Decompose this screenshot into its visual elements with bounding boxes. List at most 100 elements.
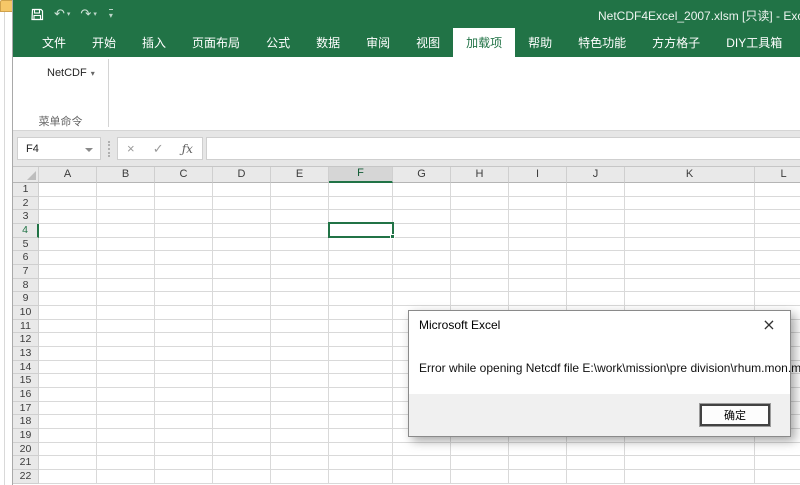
formula-bar-splitter[interactable]: [108, 141, 110, 157]
grid-cell-G7[interactable]: [393, 265, 451, 279]
grid-cell-J8[interactable]: [567, 279, 625, 293]
grid-cell-E7[interactable]: [271, 265, 329, 279]
grid-cell-J9[interactable]: [567, 292, 625, 306]
grid-cell-A6[interactable]: [39, 251, 97, 265]
grid-cell-H4[interactable]: [451, 224, 509, 238]
grid-cell-E17[interactable]: [271, 402, 329, 416]
row-header-3[interactable]: 3: [13, 210, 39, 224]
grid-cell-L5[interactable]: [755, 238, 800, 252]
grid-cell-H1[interactable]: [451, 183, 509, 197]
grid-cell-J6[interactable]: [567, 251, 625, 265]
grid-cell-K1[interactable]: [625, 183, 755, 197]
grid-cell-E10[interactable]: [271, 306, 329, 320]
grid-cell-A15[interactable]: [39, 374, 97, 388]
ribbon-tab-数据[interactable]: 数据: [303, 28, 353, 57]
grid-cell-E8[interactable]: [271, 279, 329, 293]
grid-cell-D8[interactable]: [213, 279, 271, 293]
grid-cell-J2[interactable]: [567, 197, 625, 211]
grid-cell-C9[interactable]: [155, 292, 213, 306]
grid-cell-C7[interactable]: [155, 265, 213, 279]
grid-cell-D4[interactable]: [213, 224, 271, 238]
grid-cell-A19[interactable]: [39, 429, 97, 443]
grid-cell-F10[interactable]: [329, 306, 393, 320]
grid-cell-L22[interactable]: [755, 470, 800, 484]
grid-cell-B11[interactable]: [97, 320, 155, 334]
column-header-E[interactable]: E: [271, 167, 329, 183]
grid-cell-E12[interactable]: [271, 333, 329, 347]
grid-cell-E20[interactable]: [271, 443, 329, 457]
grid-cell-C14[interactable]: [155, 361, 213, 375]
column-header-A[interactable]: A: [39, 167, 97, 183]
grid-cell-A5[interactable]: [39, 238, 97, 252]
grid-cell-I22[interactable]: [509, 470, 567, 484]
row-header-20[interactable]: 20: [13, 443, 39, 457]
row-header-13[interactable]: 13: [13, 347, 39, 361]
grid-cell-C4[interactable]: [155, 224, 213, 238]
grid-cell-A8[interactable]: [39, 279, 97, 293]
ribbon-tab-帮助[interactable]: 帮助: [515, 28, 565, 57]
grid-cell-A13[interactable]: [39, 347, 97, 361]
ribbon-tab-百度网盘[interactable]: 百度网盘: [795, 28, 800, 57]
grid-cell-B3[interactable]: [97, 210, 155, 224]
grid-cell-E22[interactable]: [271, 470, 329, 484]
grid-cell-C2[interactable]: [155, 197, 213, 211]
grid-cell-E6[interactable]: [271, 251, 329, 265]
grid-cell-D17[interactable]: [213, 402, 271, 416]
grid-cell-A14[interactable]: [39, 361, 97, 375]
grid-cell-H7[interactable]: [451, 265, 509, 279]
grid-cell-C22[interactable]: [155, 470, 213, 484]
grid-cell-D7[interactable]: [213, 265, 271, 279]
grid-cell-I3[interactable]: [509, 210, 567, 224]
grid-cell-L1[interactable]: [755, 183, 800, 197]
grid-cell-H6[interactable]: [451, 251, 509, 265]
grid-cell-B7[interactable]: [97, 265, 155, 279]
column-header-F[interactable]: F: [329, 167, 393, 183]
grid-cell-D11[interactable]: [213, 320, 271, 334]
grid-cell-A4[interactable]: [39, 224, 97, 238]
grid-cell-I21[interactable]: [509, 456, 567, 470]
grid-cell-A17[interactable]: [39, 402, 97, 416]
grid-cell-E3[interactable]: [271, 210, 329, 224]
grid-cell-I8[interactable]: [509, 279, 567, 293]
grid-cell-D1[interactable]: [213, 183, 271, 197]
enter-icon[interactable]: ✓: [153, 142, 164, 155]
grid-cell-C3[interactable]: [155, 210, 213, 224]
row-header-2[interactable]: 2: [13, 197, 39, 211]
grid-cell-K6[interactable]: [625, 251, 755, 265]
grid-cell-C16[interactable]: [155, 388, 213, 402]
grid-cell-F5[interactable]: [329, 238, 393, 252]
grid-cell-I5[interactable]: [509, 238, 567, 252]
grid-cell-F14[interactable]: [329, 361, 393, 375]
grid-cell-C21[interactable]: [155, 456, 213, 470]
name-box[interactable]: F4: [17, 137, 101, 160]
column-header-D[interactable]: D: [213, 167, 271, 183]
row-header-5[interactable]: 5: [13, 238, 39, 252]
row-header-15[interactable]: 15: [13, 374, 39, 388]
grid-cell-C10[interactable]: [155, 306, 213, 320]
grid-cell-L3[interactable]: [755, 210, 800, 224]
grid-cell-E1[interactable]: [271, 183, 329, 197]
grid-cell-J22[interactable]: [567, 470, 625, 484]
grid-cell-D2[interactable]: [213, 197, 271, 211]
grid-cell-B18[interactable]: [97, 415, 155, 429]
column-header-L[interactable]: L: [755, 167, 800, 183]
grid-cell-D10[interactable]: [213, 306, 271, 320]
grid-cell-D5[interactable]: [213, 238, 271, 252]
grid-cell-B5[interactable]: [97, 238, 155, 252]
grid-cell-B20[interactable]: [97, 443, 155, 457]
grid-cell-J5[interactable]: [567, 238, 625, 252]
grid-cell-E4[interactable]: [271, 224, 329, 238]
select-all-corner[interactable]: [13, 167, 39, 183]
grid-cell-G4[interactable]: [393, 224, 451, 238]
grid-cell-L21[interactable]: [755, 456, 800, 470]
grid-cell-A3[interactable]: [39, 210, 97, 224]
grid-cell-K3[interactable]: [625, 210, 755, 224]
row-header-18[interactable]: 18: [13, 415, 39, 429]
grid-cell-G6[interactable]: [393, 251, 451, 265]
insert-function-icon[interactable]: ƒx: [182, 142, 193, 156]
grid-cell-A1[interactable]: [39, 183, 97, 197]
grid-cell-J20[interactable]: [567, 443, 625, 457]
grid-cell-H8[interactable]: [451, 279, 509, 293]
column-header-I[interactable]: I: [509, 167, 567, 183]
grid-cell-F7[interactable]: [329, 265, 393, 279]
